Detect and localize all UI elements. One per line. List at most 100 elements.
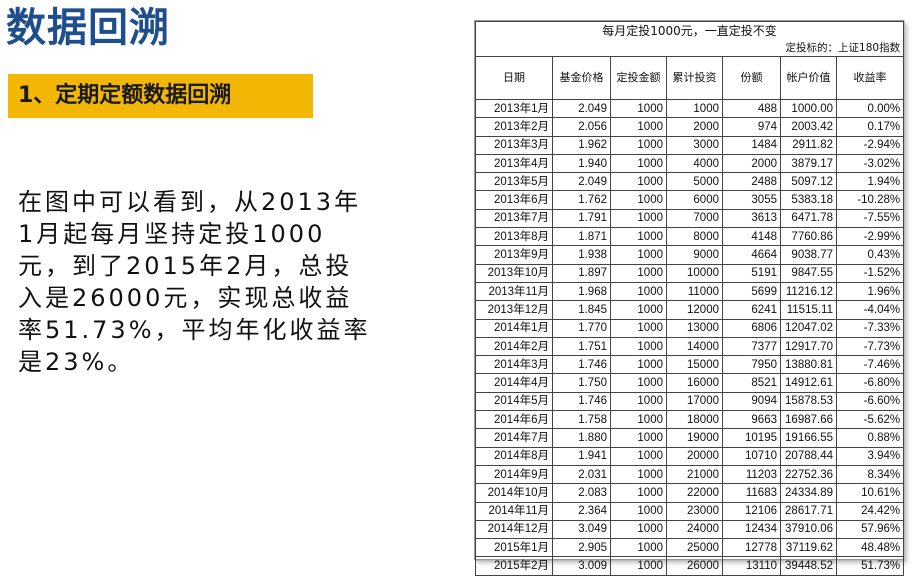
table-cell: 1.746: [552, 391, 611, 412]
table-cell: 1.897: [552, 263, 611, 283]
table-cell: 6806: [722, 318, 781, 338]
table-cell: 2013年2月: [475, 117, 553, 137]
table-cell: 1000: [610, 245, 667, 265]
table-cell: 5191: [722, 263, 781, 283]
table-cell: 22000: [666, 483, 723, 503]
table-cell: 3055: [722, 190, 781, 210]
table-cell: 1.770: [552, 318, 611, 338]
table-cell: 1000: [610, 410, 667, 430]
table-cell: 2014年7月: [475, 428, 553, 448]
table-cell: 6241: [722, 300, 781, 320]
table-cell: 5097.12: [780, 172, 837, 192]
table-cell: 1000: [610, 373, 667, 393]
table-cell: 19000: [666, 428, 723, 448]
table-row: 2014年6月 1.758 1000 18000 9663 16987.66 -5.62%: [475, 410, 905, 430]
table-cell: 2014年5月: [475, 391, 553, 412]
table-cell: 10195: [722, 428, 781, 448]
table-row: 2014年8月 1.941 1000 20000 10710 20788.44 3.94%: [475, 446, 905, 466]
table-cell: 20000: [666, 446, 723, 466]
table-cell: 11203: [722, 464, 781, 485]
table-cell: 4000: [666, 153, 723, 174]
table-cell: 2013年12月: [475, 300, 553, 320]
table-cell: 9847.55: [780, 263, 837, 283]
table-cell: 12434: [722, 519, 781, 540]
table-cell: 2014年12月: [475, 519, 553, 540]
table-row: 2014年9月 2.031 1000 21000 11203 22752.36 8.34%: [475, 464, 905, 485]
table-cell: 15000: [666, 355, 723, 375]
table-cell: 13880.81: [780, 355, 837, 375]
table-cell: 1.751: [552, 336, 611, 357]
table-cell: 2013年10月: [475, 263, 553, 283]
table-cell: 2013年11月: [475, 281, 553, 302]
table-cell: 2013年5月: [475, 172, 553, 192]
table-cell: 2.083: [552, 483, 611, 503]
table-cell: 2000: [722, 153, 781, 174]
table-cell: 7760.86: [780, 227, 837, 247]
table-cell: 1.938: [552, 245, 611, 265]
table-cell: 12000: [666, 300, 723, 320]
table-cell: -2.99%: [835, 227, 905, 247]
table-cell: 4148: [722, 227, 781, 247]
table-cell: 1.962: [552, 135, 611, 155]
table-cell: 1000: [666, 98, 723, 119]
table-cell: 0.88%: [835, 428, 905, 448]
column-header: 收益率: [835, 56, 905, 100]
table-cell: 1000: [610, 117, 667, 137]
table-target-label: 定投标的：上证180指数: [474, 39, 905, 57]
table-row: 2014年11月 2.364 1000 23000 12106 28617.71 24.42…: [475, 501, 905, 521]
table-cell: 1000: [610, 446, 667, 466]
table-cell: 17000: [666, 391, 723, 412]
table-row: 2013年11月 1.968 1000 11000 5699 11216.12 1.96%: [475, 281, 905, 302]
table-cell: 2014年10月: [475, 483, 553, 503]
table-cell: 1.880: [552, 428, 611, 448]
table-cell: 1000: [610, 519, 667, 540]
table-cell: 1.750: [552, 373, 611, 393]
table-cell: 1.758: [552, 410, 611, 430]
table-row: 2013年4月 1.940 1000 4000 2000 3879.17 -3.02%: [475, 153, 905, 174]
table-cell: -2.94%: [835, 135, 905, 155]
table-cell: 37119.62: [780, 538, 837, 558]
table-cell: 2003.42: [780, 117, 837, 137]
table-cell: 24.42%: [835, 501, 905, 521]
table-cell: 0.17%: [835, 117, 905, 137]
table-cell: 2015年1月: [475, 538, 553, 558]
table-cell: 1000: [610, 483, 667, 503]
table-cell: -5.62%: [835, 410, 905, 430]
table-cell: 7950: [722, 355, 781, 375]
table-title-row: 每月定投1000元，一直定投不变: [474, 21, 905, 39]
table-cell: 1000: [610, 227, 667, 247]
table-cell: 2.049: [552, 172, 611, 192]
table-cell: 1.941: [552, 446, 611, 466]
column-header: 份额: [722, 56, 781, 100]
table-cell: 2013年9月: [475, 245, 553, 265]
table-cell: 2.056: [552, 117, 611, 137]
table-cell: 16987.66: [780, 410, 837, 430]
table-cell: 1.746: [552, 355, 611, 375]
table-row: 2014年1月 1.770 1000 13000 6806 12047.02 -7.33%: [475, 318, 905, 338]
table-cell: 2911.82: [780, 135, 837, 155]
table-cell: 3000: [666, 135, 723, 155]
table-cell: 1000: [610, 98, 667, 119]
table-cell: 7377: [722, 336, 781, 357]
table-title: 每月定投1000元，一直定投不变: [474, 21, 905, 39]
table-cell: 57.96%: [835, 519, 905, 540]
table-cell: 1000: [610, 281, 667, 302]
table-cell: 1.845: [552, 300, 611, 320]
table-header-row: 日期 基金价格 定投金额 累计投资 份额 帐户价值 收益率: [475, 56, 905, 100]
table-cell: 2.031: [552, 464, 611, 485]
table-cell: 28617.71: [780, 501, 837, 521]
table-cell: 1000: [610, 208, 667, 229]
table-cell: 6000: [666, 190, 723, 210]
table-cell: 24334.89: [780, 483, 837, 503]
table-cell: 9094: [722, 391, 781, 412]
table-cell: 4664: [722, 245, 781, 265]
table-row: 2013年1月 2.049 1000 1000 488 1000.00 0.00%: [475, 98, 905, 119]
table-cell: 1.940: [552, 153, 611, 174]
investment-table-image: 每月定投1000元，一直定投不变 定投标的：上证180指数 日期 基金价格 定投…: [474, 20, 905, 576]
table-row: 2013年2月 2.056 1000 2000 974 2003.42 0.17%: [475, 117, 905, 137]
table-row: 2013年9月 1.938 1000 9000 4664 9038.77 0.43%: [475, 245, 905, 265]
table-cell: 2013年6月: [475, 190, 553, 210]
table-row: 2014年5月 1.746 1000 17000 9094 15878.53 -6.60%: [475, 391, 905, 412]
table-row: 2013年7月 1.791 1000 7000 3613 6471.78 -7.55%: [475, 208, 905, 229]
column-header: 帐户价值: [780, 56, 837, 100]
